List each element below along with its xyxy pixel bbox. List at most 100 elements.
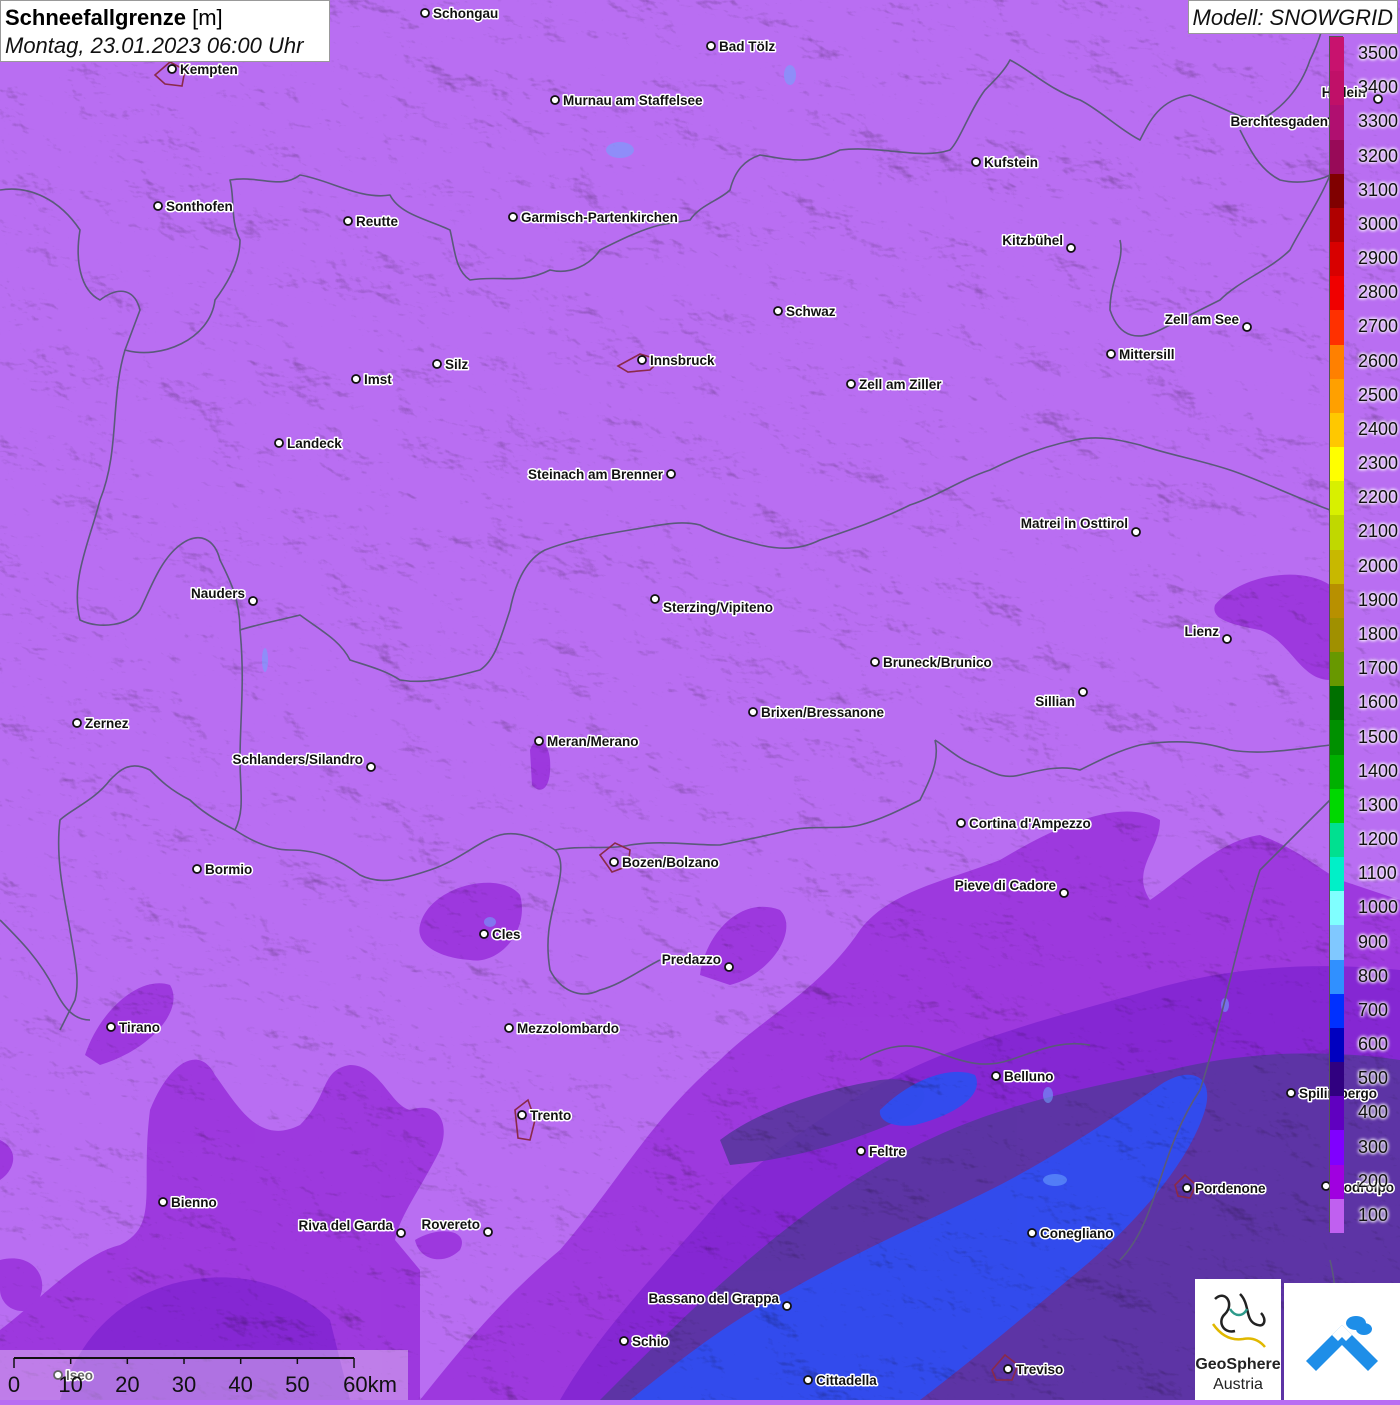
city-marker[interactable]: Meran/Merano (534, 733, 640, 751)
city-dot (483, 1227, 493, 1237)
city-dot (432, 359, 442, 369)
legend-label: 2700 (1358, 316, 1399, 337)
scale-label: 20 (115, 1372, 140, 1397)
city-label: Landeck (287, 436, 342, 451)
legend-label: 2200 (1358, 487, 1399, 508)
city-marker[interactable]: Cortina d'Ampezzo (956, 815, 1092, 833)
city-dot (1106, 349, 1116, 359)
city-marker[interactable]: Zell am Ziller (846, 376, 944, 394)
city-dot (550, 95, 560, 105)
scale-label: 30 (171, 1372, 197, 1397)
legend-swatch-2900 (1330, 242, 1344, 277)
city-label: Bad Tölz (719, 39, 775, 54)
city-label: Riva del Garda (298, 1218, 393, 1233)
city-label: Cittadella (816, 1373, 877, 1388)
city-dot (1182, 1183, 1192, 1193)
city-dot (856, 1146, 866, 1156)
legend-swatch-200 (1330, 1164, 1344, 1200)
city-marker[interactable]: Garmisch-Partenkirchen (508, 209, 679, 227)
legend-swatch-3300 (1330, 105, 1344, 140)
city-dot (396, 1228, 406, 1238)
city-label: Belluno (1004, 1069, 1054, 1084)
geosphere-logo[interactable]: GeoSphere Austria (1195, 1279, 1281, 1400)
map-title: Schneefallgrenze [m] (5, 4, 325, 32)
legend-label: 500 (1358, 1068, 1389, 1089)
city-label: Schio (632, 1334, 669, 1349)
city-label: Sonthofen (166, 199, 233, 214)
city-dot (706, 41, 716, 51)
geosphere-logo-country: Austria (1213, 1376, 1263, 1393)
legend-swatch-2700 (1330, 310, 1344, 346)
city-dot (72, 718, 82, 728)
city-marker[interactable]: Brixen/Bressanone (748, 704, 886, 722)
city-dot (956, 818, 966, 828)
city-dot (343, 216, 353, 226)
city-label: Mezzolombardo (517, 1021, 619, 1036)
city-dot (1027, 1228, 1037, 1238)
city-dot (650, 594, 660, 604)
legend-swatch-1200 (1330, 822, 1344, 858)
city-marker[interactable]: Sonthofen (153, 198, 234, 216)
legend-label: 200 (1358, 1170, 1389, 1191)
city-dot (971, 157, 981, 167)
city-dot (1131, 527, 1141, 537)
map-title-main: Schneefallgrenze (5, 5, 186, 30)
city-dot (991, 1071, 1001, 1081)
city-label: Brixen/Bressanone (761, 705, 885, 720)
legend-label: 1800 (1358, 624, 1399, 644)
legend-swatch-2500 (1330, 378, 1344, 414)
legend-swatch-3200 (1330, 139, 1344, 175)
city-marker[interactable]: Bozen/Bolzano (609, 854, 720, 872)
city-marker[interactable]: Pordenone (1182, 1180, 1267, 1198)
city-label: Lienz (1184, 624, 1219, 639)
legend-label: 3300 (1358, 111, 1399, 132)
city-dot (167, 64, 177, 74)
legend-label: 1700 (1358, 658, 1399, 679)
snowfall-line-map[interactable]: Schongau Bad Tölz Kempten Murnau am Staffel… (0, 0, 1400, 1400)
city-dot (773, 306, 783, 316)
city-label: Predazzo (662, 952, 721, 967)
city-label: Bassano del Grappa (648, 1291, 779, 1306)
legend-label: 300 (1358, 1136, 1389, 1157)
city-dot (479, 929, 489, 939)
city-label: Kempten (180, 62, 238, 77)
legend-swatch-1300 (1330, 788, 1344, 824)
legend-swatch-2200 (1330, 481, 1344, 516)
city-marker[interactable]: Steinach am Brenner (526, 466, 676, 484)
city-dot (1286, 1088, 1296, 1098)
snow-app-logo[interactable] (1284, 1283, 1400, 1400)
city-label: Sillian (1035, 694, 1075, 709)
legend-label: 700 (1358, 999, 1389, 1020)
city-marker[interactable]: Conegliano (1027, 1225, 1115, 1243)
city-marker[interactable]: Bruneck/Brunico (870, 654, 993, 672)
city-label: Treviso (1016, 1362, 1063, 1377)
legend-label: 2600 (1358, 350, 1399, 371)
city-dot (870, 657, 880, 667)
legend-swatch-2600 (1330, 344, 1344, 380)
geosphere-emblem-icon (1211, 1293, 1266, 1348)
city-label: Nauders (191, 586, 245, 601)
city-label: Berchtesgaden (1230, 114, 1328, 129)
scale-label: 50 (285, 1372, 310, 1397)
city-dot (517, 1110, 527, 1120)
legend-swatch-3500 (1330, 37, 1344, 72)
city-dot (420, 8, 430, 18)
model-label: Modell: SNOWGRID (1187, 0, 1398, 34)
legend-swatch-2300 (1330, 447, 1344, 482)
scale-label: 0 (7, 1372, 21, 1397)
city-label: Cles (492, 927, 521, 942)
legend-swatch-300 (1330, 1130, 1344, 1166)
city-marker[interactable]: Murnau am Staffelsee (550, 92, 705, 110)
city-dot (803, 1375, 813, 1385)
city-label: Conegliano (1040, 1226, 1114, 1241)
legend-label: 1300 (1358, 794, 1399, 815)
city-marker[interactable]: Berchtesgaden (1229, 113, 1335, 131)
city-label: Innsbruck (650, 353, 715, 368)
city-marker[interactable]: Innsbruck (637, 352, 717, 370)
legend-label: 2400 (1358, 418, 1399, 439)
city-dot (274, 438, 284, 448)
legend-label: 1400 (1358, 760, 1399, 781)
legend-label: 2100 (1358, 521, 1399, 542)
city-marker[interactable]: Mezzolombardo (504, 1020, 621, 1038)
city-marker[interactable]: Schongau (420, 5, 500, 23)
